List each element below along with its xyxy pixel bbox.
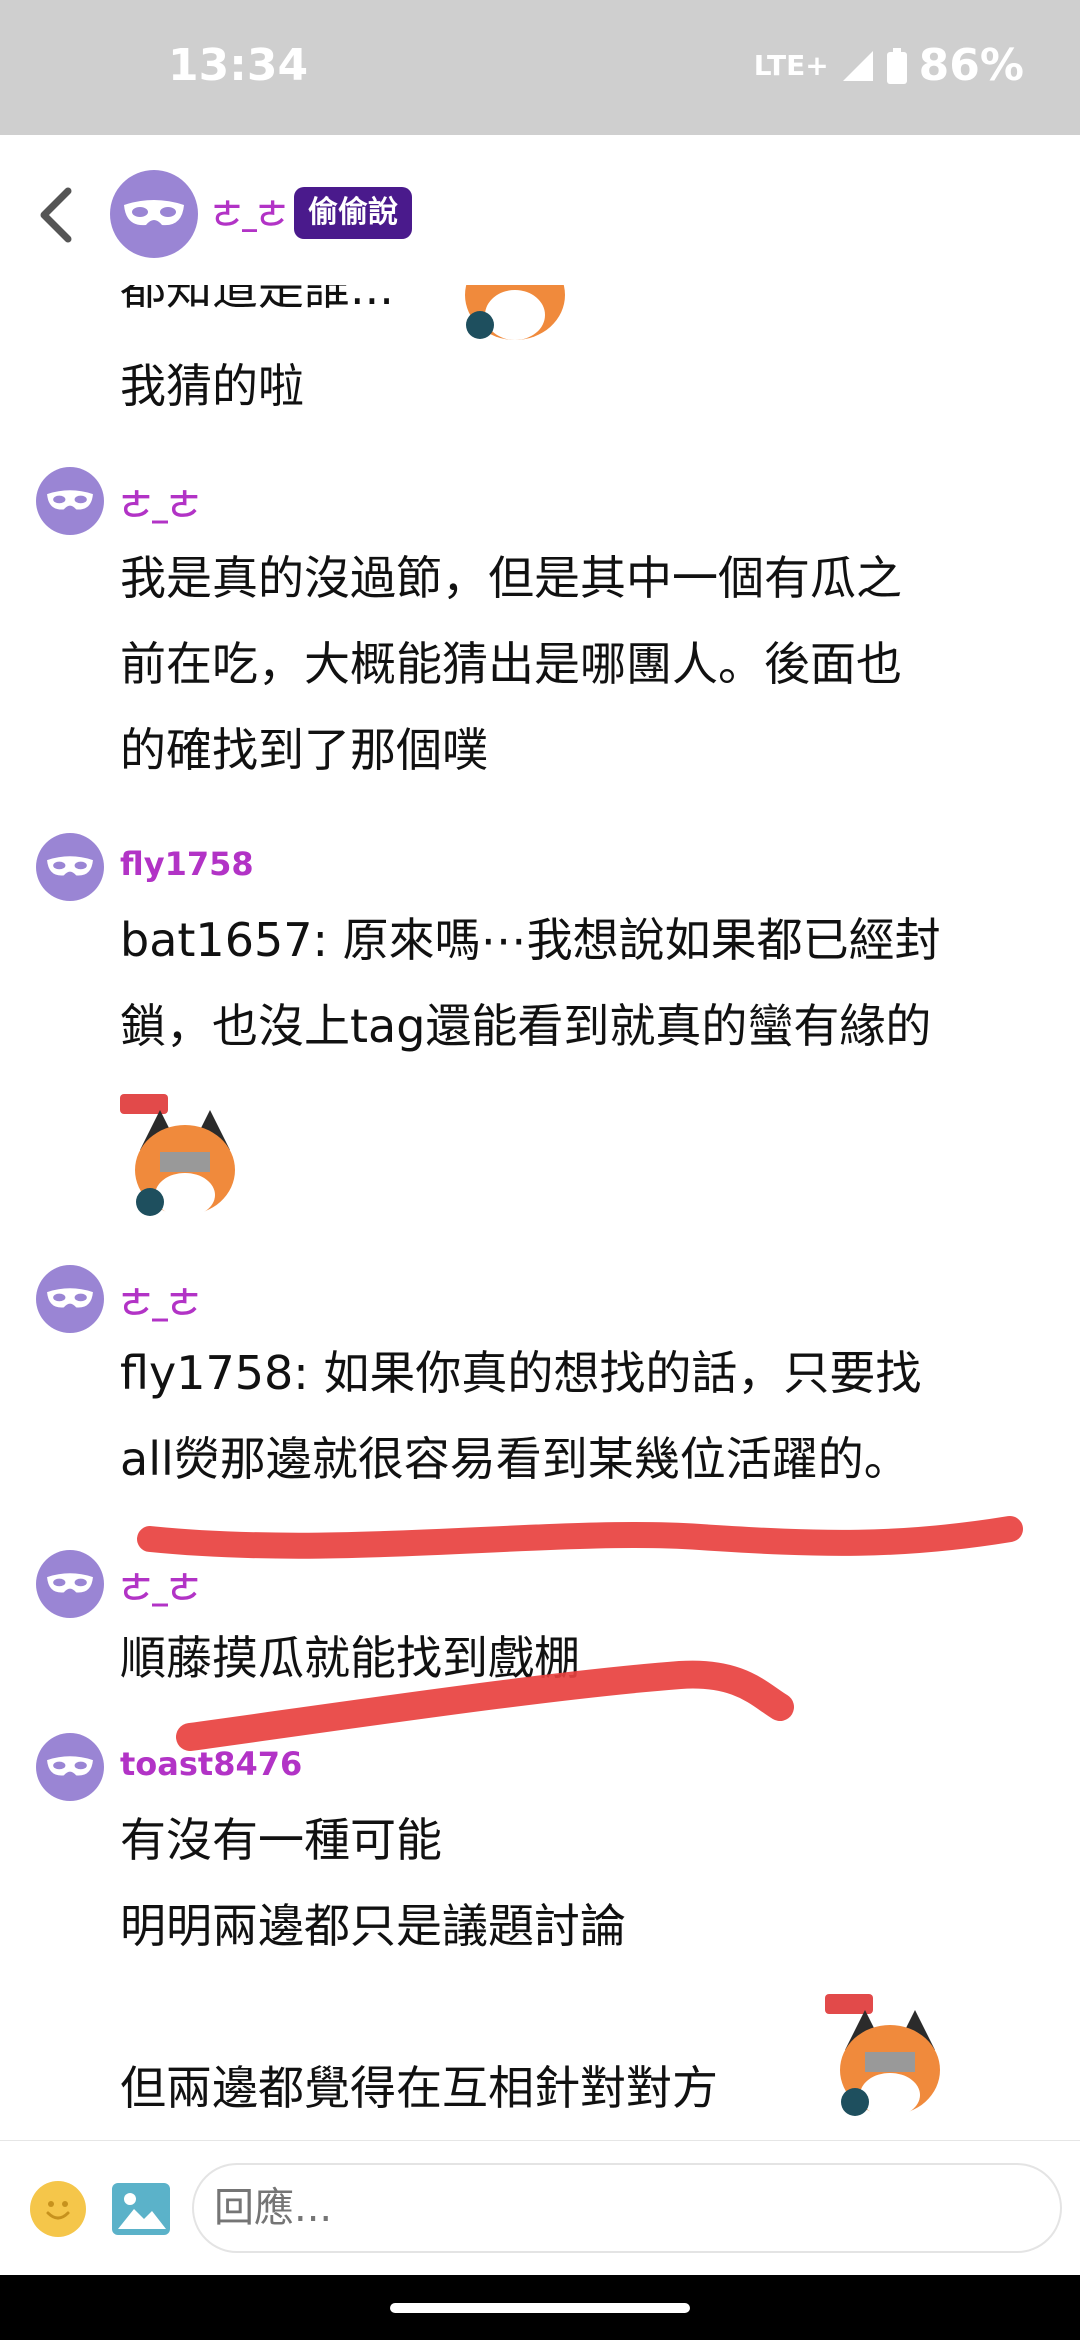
message-username[interactable]: ㄜ_ㄜ <box>120 1278 200 1324</box>
avatar[interactable] <box>36 1265 104 1333</box>
message-username[interactable]: fly1758 <box>120 845 254 883</box>
avatar[interactable] <box>36 467 104 535</box>
message-username[interactable]: toast8476 <box>120 1745 302 1783</box>
image-icon[interactable] <box>112 2183 170 2235</box>
message-text: 有沒有一種可能 <box>120 1813 442 1867</box>
smiley-icon[interactable] <box>30 2181 86 2237</box>
avatar[interactable] <box>110 170 198 258</box>
chevron-left-icon[interactable] <box>36 185 76 245</box>
status-indicators: LTE+ 86% <box>754 40 1024 91</box>
message-text: 我是真的沒過節，但是其中一個有瓜之 <box>120 551 902 605</box>
status-bar: 13:34 LTE+ 86% <box>0 0 1080 135</box>
anonymous-tag: 偷偷說 <box>294 187 412 239</box>
mask-icon <box>47 1573 93 1593</box>
signal-icon <box>842 50 873 81</box>
battery-icon <box>886 47 907 84</box>
message-text: 鎖，也沒上tag還能看到就真的蠻有緣的 <box>120 999 932 1053</box>
mask-icon <box>47 1756 93 1776</box>
message-text: fly1758: 如果你真的想找的話，只要找 <box>120 1346 922 1400</box>
message-text: 但兩邊都覺得在互相針對對方 <box>120 2061 718 2115</box>
reply-feed[interactable]: 都知道是誰... 我猜的啦 ㄜ_ㄜ 我是真的沒過節，但是其中一個有瓜之 前在吃，… <box>0 285 1080 2140</box>
message-text: all熒那邊就很容易看到某幾位活躍的。 <box>120 1432 910 1486</box>
reply-composer <box>0 2140 1080 2275</box>
message-text: 前在吃，大概能猜出是哪團人。後面也 <box>120 637 902 691</box>
highlight-stroke <box>137 1516 1023 1559</box>
mask-icon <box>47 1288 93 1308</box>
avatar[interactable] <box>36 1733 104 1801</box>
message-text: 的確找到了那個噗 <box>120 723 488 777</box>
system-nav-bar <box>0 2275 1080 2340</box>
avatar[interactable] <box>36 833 104 901</box>
network-label: LTE+ <box>753 49 829 82</box>
mask-icon <box>47 856 93 876</box>
fox-live-sticker <box>825 1994 940 2117</box>
message-text: 明明兩邊都只是議題討論 <box>120 1899 626 1953</box>
thread-header: ㄜ_ㄜ 偷偷說 <box>0 135 1080 285</box>
prev-message-text: 我猜的啦 <box>120 359 304 413</box>
thread-author-name[interactable]: ㄜ_ㄜ <box>212 190 287 234</box>
avatar[interactable] <box>36 1550 104 1618</box>
message-username[interactable]: ㄜ_ㄜ <box>120 1563 200 1609</box>
home-indicator[interactable] <box>390 2303 690 2313</box>
message-username[interactable]: ㄜ_ㄜ <box>120 480 200 526</box>
fox-live-sticker <box>120 1094 235 1217</box>
fox-live-sticker <box>465 285 565 340</box>
prev-message-partial: 都知道是誰... <box>120 285 394 315</box>
message-text: bat1657: 原來嗎⋯我想說如果都已經封 <box>120 913 941 967</box>
status-time: 13:34 <box>168 40 309 91</box>
mask-icon <box>47 490 93 510</box>
mask-icon <box>124 200 184 226</box>
battery-percent: 86% <box>918 40 1024 91</box>
reply-input[interactable] <box>192 2163 1062 2253</box>
